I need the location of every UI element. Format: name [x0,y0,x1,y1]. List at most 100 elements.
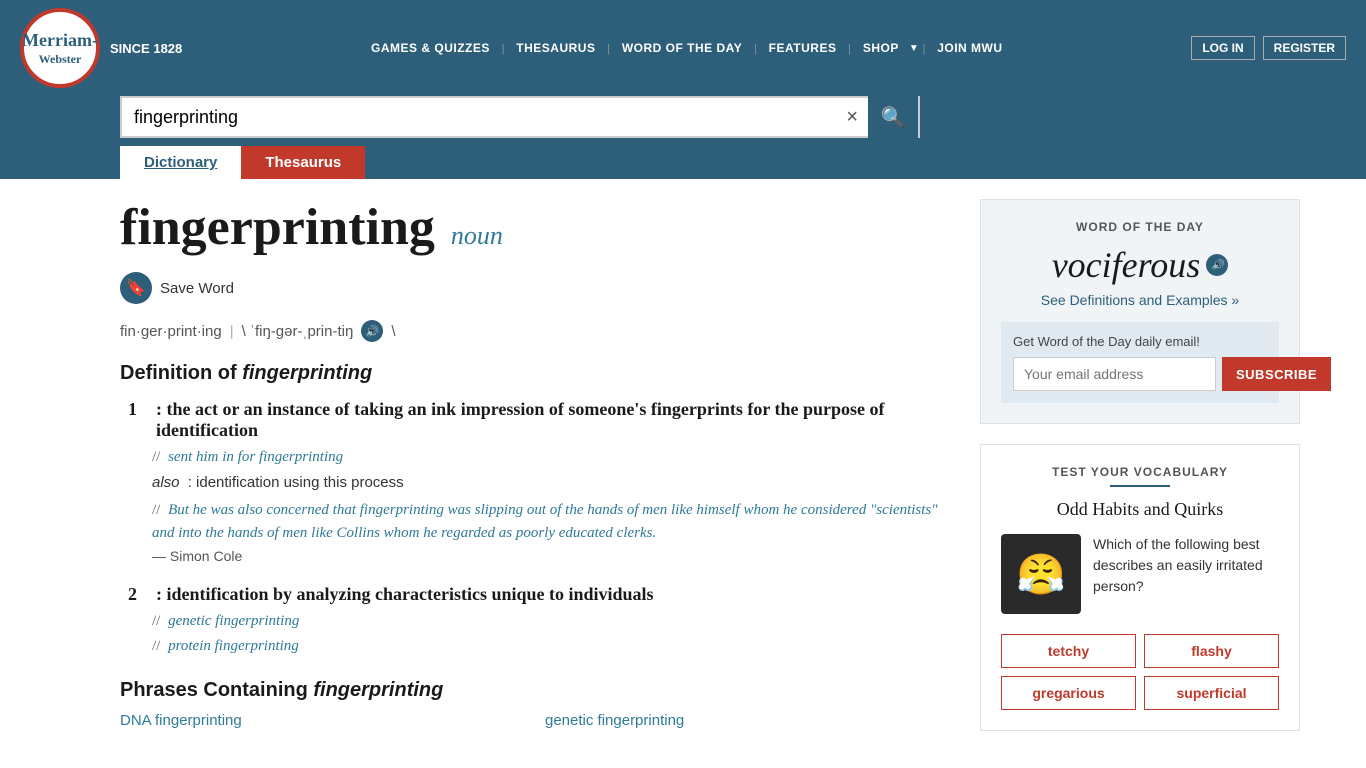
definition-heading-word: fingerprinting [242,362,372,384]
phrases-heading-word: fingerprinting [313,679,443,701]
logo: Merriam- Webster [20,8,100,88]
def-1-number-row: 1 : the act or an instance of taking an … [128,399,950,441]
wotd-link-text: See Definitions and Examples » [1041,292,1239,308]
main-nav: GAMES & QUIZZES | THESAURUS | WORD OF TH… [202,37,1171,59]
audio-icon[interactable]: 🔊 [361,320,383,342]
def-2-number-row: 2 : identification by analyzing characte… [128,584,950,605]
nav-divider-2: | [607,41,609,56]
login-link[interactable]: LOG IN [1191,36,1254,60]
wotd-email-label: Get Word of the Day daily email! [1013,334,1267,349]
wotd-email-input[interactable] [1013,357,1216,391]
search-input[interactable] [122,107,836,128]
def-2-example-1: // genetic fingerprinting [152,613,950,630]
wotd-email-row: SUBSCRIBE [1013,357,1267,391]
quiz-option-superficial[interactable]: superficial [1144,676,1279,710]
phrases-heading: Phrases Containing fingerprinting [120,679,950,702]
phrase-item-dna[interactable]: DNA fingerprinting [120,712,525,729]
save-word-label: Save Word [160,280,234,297]
nav-thesaurus[interactable]: THESAURUS [508,37,603,59]
pron-close: \ [391,323,395,340]
search-wrapper: × 🔍 [120,96,920,138]
search-button[interactable]: 🔍 [868,96,918,138]
tab-dictionary[interactable]: Dictionary [120,146,241,179]
nav-games[interactable]: GAMES & QUIZZES [363,37,498,59]
tab-bar: Dictionary Thesaurus [0,146,1366,179]
pron-parts: fin·ger·print·ing [120,323,222,340]
definition-heading: Definition of fingerprinting [120,362,950,385]
auth-links: LOG IN REGISTER [1191,36,1346,60]
quiz-question: Which of the following best describes an… [1093,534,1279,597]
example-slash-icon: // [152,449,160,465]
def-1-num: 1 [128,399,148,441]
wotd-email-section: Get Word of the Day daily email! SUBSCRI… [1001,322,1279,403]
logo-text-mw: Merriam- [22,30,98,52]
sidebar: WORD OF THE DAY vociferous 🔊 See Definit… [980,199,1300,731]
definition-heading-text-plain: Definition of [120,362,242,384]
def-1-attribution: — Simon Cole [152,548,950,564]
quiz-image: 😤 [1001,534,1081,614]
article: fingerprinting noun 🔖 Save Word fin·ger·… [120,199,980,731]
subscribe-button[interactable]: SUBSCRIBE [1222,357,1331,391]
quiz-title: Odd Habits and Quirks [1001,499,1279,520]
search-bar: × 🔍 [0,96,1366,146]
quote-slash-icon: // [152,502,160,518]
def-1-quote: // But he was also concerned that finger… [152,499,950,544]
word-header-line: fingerprinting noun [120,199,950,256]
quiz-underline [1110,485,1170,487]
wotd-word-text: vociferous [1052,244,1201,286]
word-title: fingerprinting [120,199,435,256]
header-top: Merriam- Webster SINCE 1828 GAMES & QUIZ… [0,0,1366,96]
pronunciation: fin·ger·print·ing | \ ˈfiŋ-gər-ˌprin-tiŋ… [120,320,950,342]
nav-wotd[interactable]: WORD OF THE DAY [614,37,750,59]
save-bookmark-icon: 🔖 [120,272,152,304]
quiz-label: TEST YOUR VOCABULARY [1001,465,1279,479]
wotd-word: vociferous 🔊 [1001,244,1279,286]
example-slash-2-icon: // [152,613,160,629]
quiz-option-gregarious[interactable]: gregarious [1001,676,1136,710]
nav-divider-1: | [502,41,504,56]
def-2-num: 2 [128,584,148,605]
def-1-also: also : identification using this process [152,474,950,491]
quiz-option-tetchy[interactable]: tetchy [1001,634,1136,668]
shop-chevron-icon: ▼ [909,43,919,54]
def-1-example-1: // sent him in for fingerprinting [152,449,950,466]
quiz-content: 😤 Which of the following best describes … [1001,534,1279,622]
definition-2: 2 : identification by analyzing characte… [128,584,950,655]
also-label: also [152,474,180,491]
nav-shop[interactable]: SHOP [855,37,907,59]
phrase-item-genetic[interactable]: genetic fingerprinting [545,712,950,729]
quiz-options: tetchy flashy gregarious superficial [1001,634,1279,710]
save-word-button[interactable]: 🔖 Save Word [120,272,234,304]
nav-join[interactable]: JOIN MWU [929,37,1010,59]
nav-divider-5: | [923,41,925,56]
search-clear-button[interactable]: × [836,106,868,129]
def-1-colon: : [156,399,167,419]
quiz-option-flashy[interactable]: flashy [1144,634,1279,668]
nav-divider-4: | [848,41,850,56]
tab-thesaurus[interactable]: Thesaurus [241,146,365,179]
phrases-grid: DNA fingerprinting genetic fingerprintin… [120,712,950,729]
search-icon: 🔍 [881,105,906,130]
wotd-definitions-link[interactable]: See Definitions and Examples » [1001,292,1279,308]
logo-area: Merriam- Webster SINCE 1828 [20,8,182,88]
nav-divider-3: | [754,41,756,56]
since-label: SINCE 1828 [110,41,182,56]
pron-phonetic: \ ˈfiŋ-gər-ˌprin-tiŋ [242,323,354,340]
quiz-emoji: 😤 [1016,551,1066,598]
wotd-label: WORD OF THE DAY [1001,220,1279,234]
nav-features[interactable]: FEATURES [761,37,845,59]
def-2-example-2: // protein fingerprinting [152,638,950,655]
wotd-card: WORD OF THE DAY vociferous 🔊 See Definit… [980,199,1300,424]
logo-text-webster: Webster [39,52,82,66]
phrases-heading-plain: Phrases Containing [120,679,313,701]
register-link[interactable]: REGISTER [1263,36,1346,60]
definition-1: 1 : the act or an instance of taking an … [128,399,950,564]
def-2-colon: : [156,584,167,604]
word-pos: noun [451,221,503,250]
quiz-card: TEST YOUR VOCABULARY Odd Habits and Quir… [980,444,1300,731]
def-2-text: : identification by analyzing characteri… [156,584,950,605]
nav-shop-wrapper[interactable]: SHOP ▼ [855,37,919,59]
def-1-text: : the act or an instance of taking an in… [156,399,950,441]
wotd-audio-icon[interactable]: 🔊 [1206,254,1228,276]
pron-divider: | [230,323,234,340]
